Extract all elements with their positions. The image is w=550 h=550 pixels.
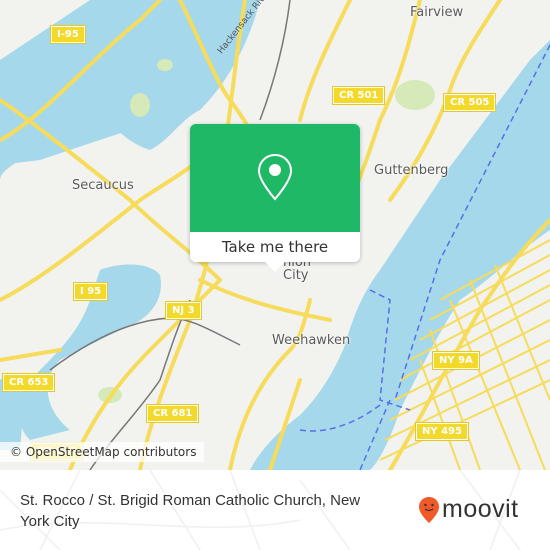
popup-pointer — [265, 262, 285, 272]
place-label-fairview: Fairview — [410, 5, 464, 20]
road-shield-nj3: NJ 3 — [165, 301, 202, 320]
park-1 — [130, 93, 150, 117]
park-3 — [395, 80, 435, 110]
map-view[interactable]: Fairview Secaucus Guttenberg nion City W… — [0, 0, 550, 470]
map-attribution[interactable]: © OpenStreetMap contributors — [0, 442, 205, 462]
road-shield-cr501: CR 501 — [331, 86, 386, 105]
place-label-guttenberg: Guttenberg — [374, 163, 449, 178]
place-label-secaucus: Secaucus — [72, 178, 134, 193]
road-shield-cr505: CR 505 — [442, 93, 497, 112]
moovit-pin-smile-icon — [419, 496, 439, 523]
place-label-weehawken: Weehawken — [272, 333, 351, 348]
take-me-there-button[interactable]: Take me there — [190, 232, 360, 262]
popup-header — [190, 124, 360, 232]
road-shield-i95-south: I 95 — [72, 282, 109, 301]
road-shield-cr681: CR 681 — [145, 404, 200, 423]
road-shield-ny495: NY 495 — [415, 422, 469, 441]
destination-popup[interactable]: Take me there — [190, 124, 360, 272]
footer: St. Rocco / St. Brigid Roman Catholic Ch… — [0, 470, 550, 550]
moovit-logo-text: moovit — [442, 495, 519, 523]
park-2 — [157, 59, 173, 71]
moovit-logo[interactable]: moovit — [418, 495, 519, 524]
road-shield-i95: I-95 — [50, 25, 86, 44]
union-city-label-line2: City — [283, 268, 309, 283]
map-pin-icon — [257, 153, 293, 201]
road-shield-cr653-north: CR 653 — [1, 373, 56, 392]
road-shield-ny9a: NY 9A — [432, 351, 480, 370]
location-title: St. Rocco / St. Brigid Roman Catholic Ch… — [20, 492, 361, 530]
